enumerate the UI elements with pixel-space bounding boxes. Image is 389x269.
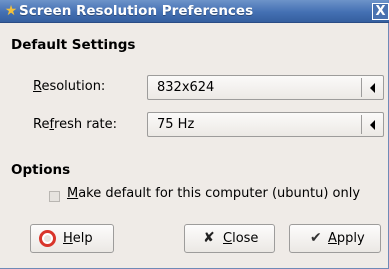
- help-button-label: Help: [63, 231, 93, 246]
- close-window-button[interactable]: X: [372, 3, 389, 20]
- close-button[interactable]: ✘ Close: [184, 224, 275, 253]
- combo-separator: [361, 78, 362, 97]
- close-x-icon: ✘: [203, 230, 215, 246]
- triangle-left-icon: [370, 120, 375, 130]
- triangle-left-icon: [370, 83, 375, 93]
- refresh-rate-label: Refresh rate:: [33, 117, 118, 132]
- screen-resolution-dialog: ★ Screen Resolution Preferences X Defaul…: [0, 0, 389, 269]
- title-bar[interactable]: ★ Screen Resolution Preferences X: [0, 0, 389, 23]
- options-heading: Options: [11, 162, 71, 178]
- help-lifebuoy-icon: [39, 230, 56, 247]
- resolution-value: 832x624: [157, 80, 215, 95]
- apply-button[interactable]: ✔ Apply: [289, 224, 381, 253]
- window-title: Screen Resolution Preferences: [19, 3, 254, 19]
- resolution-label: Resolution:: [33, 79, 106, 94]
- apply-button-label: Apply: [328, 231, 365, 246]
- make-default-checkbox[interactable]: [49, 191, 60, 202]
- default-settings-heading: Default Settings: [11, 37, 136, 53]
- resolution-select[interactable]: 832x624: [147, 75, 384, 100]
- make-default-label[interactable]: Make default for this computer (ubuntu) …: [67, 186, 360, 201]
- refresh-rate-value: 75 Hz: [157, 117, 195, 132]
- checkmark-icon: ✔: [310, 230, 322, 246]
- combo-separator: [361, 115, 362, 134]
- star-icon: ★: [4, 3, 18, 19]
- refresh-rate-select[interactable]: 75 Hz: [147, 112, 384, 137]
- close-button-label: Close: [223, 231, 259, 246]
- help-button[interactable]: Help: [30, 224, 114, 253]
